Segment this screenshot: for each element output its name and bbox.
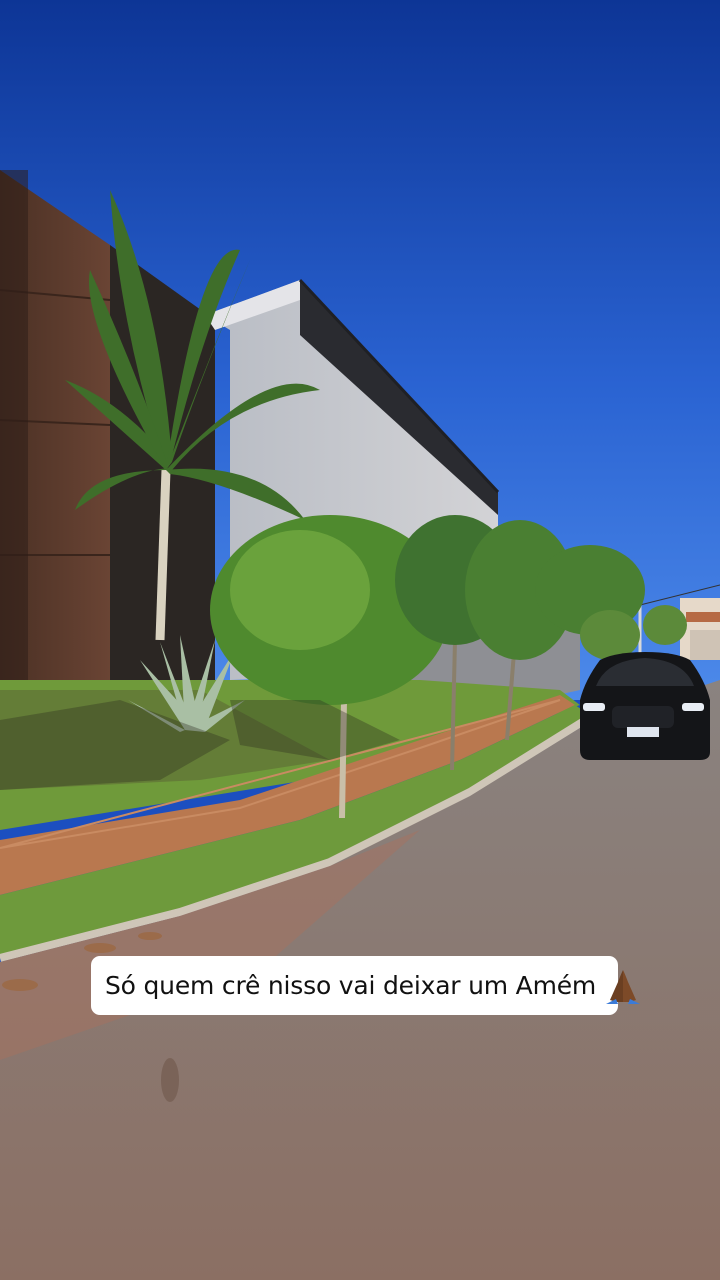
- street-scene: [0, 0, 720, 1280]
- story-photo: [0, 0, 720, 1280]
- parked-car: [580, 652, 710, 760]
- stain-mark: [161, 1058, 179, 1102]
- story-caption: Só quem crê nisso vai deixar um Amém: [91, 956, 641, 1015]
- caption-text: Só quem crê nisso vai deixar um Amém: [105, 971, 597, 1000]
- praying-hands-icon: [604, 966, 642, 1006]
